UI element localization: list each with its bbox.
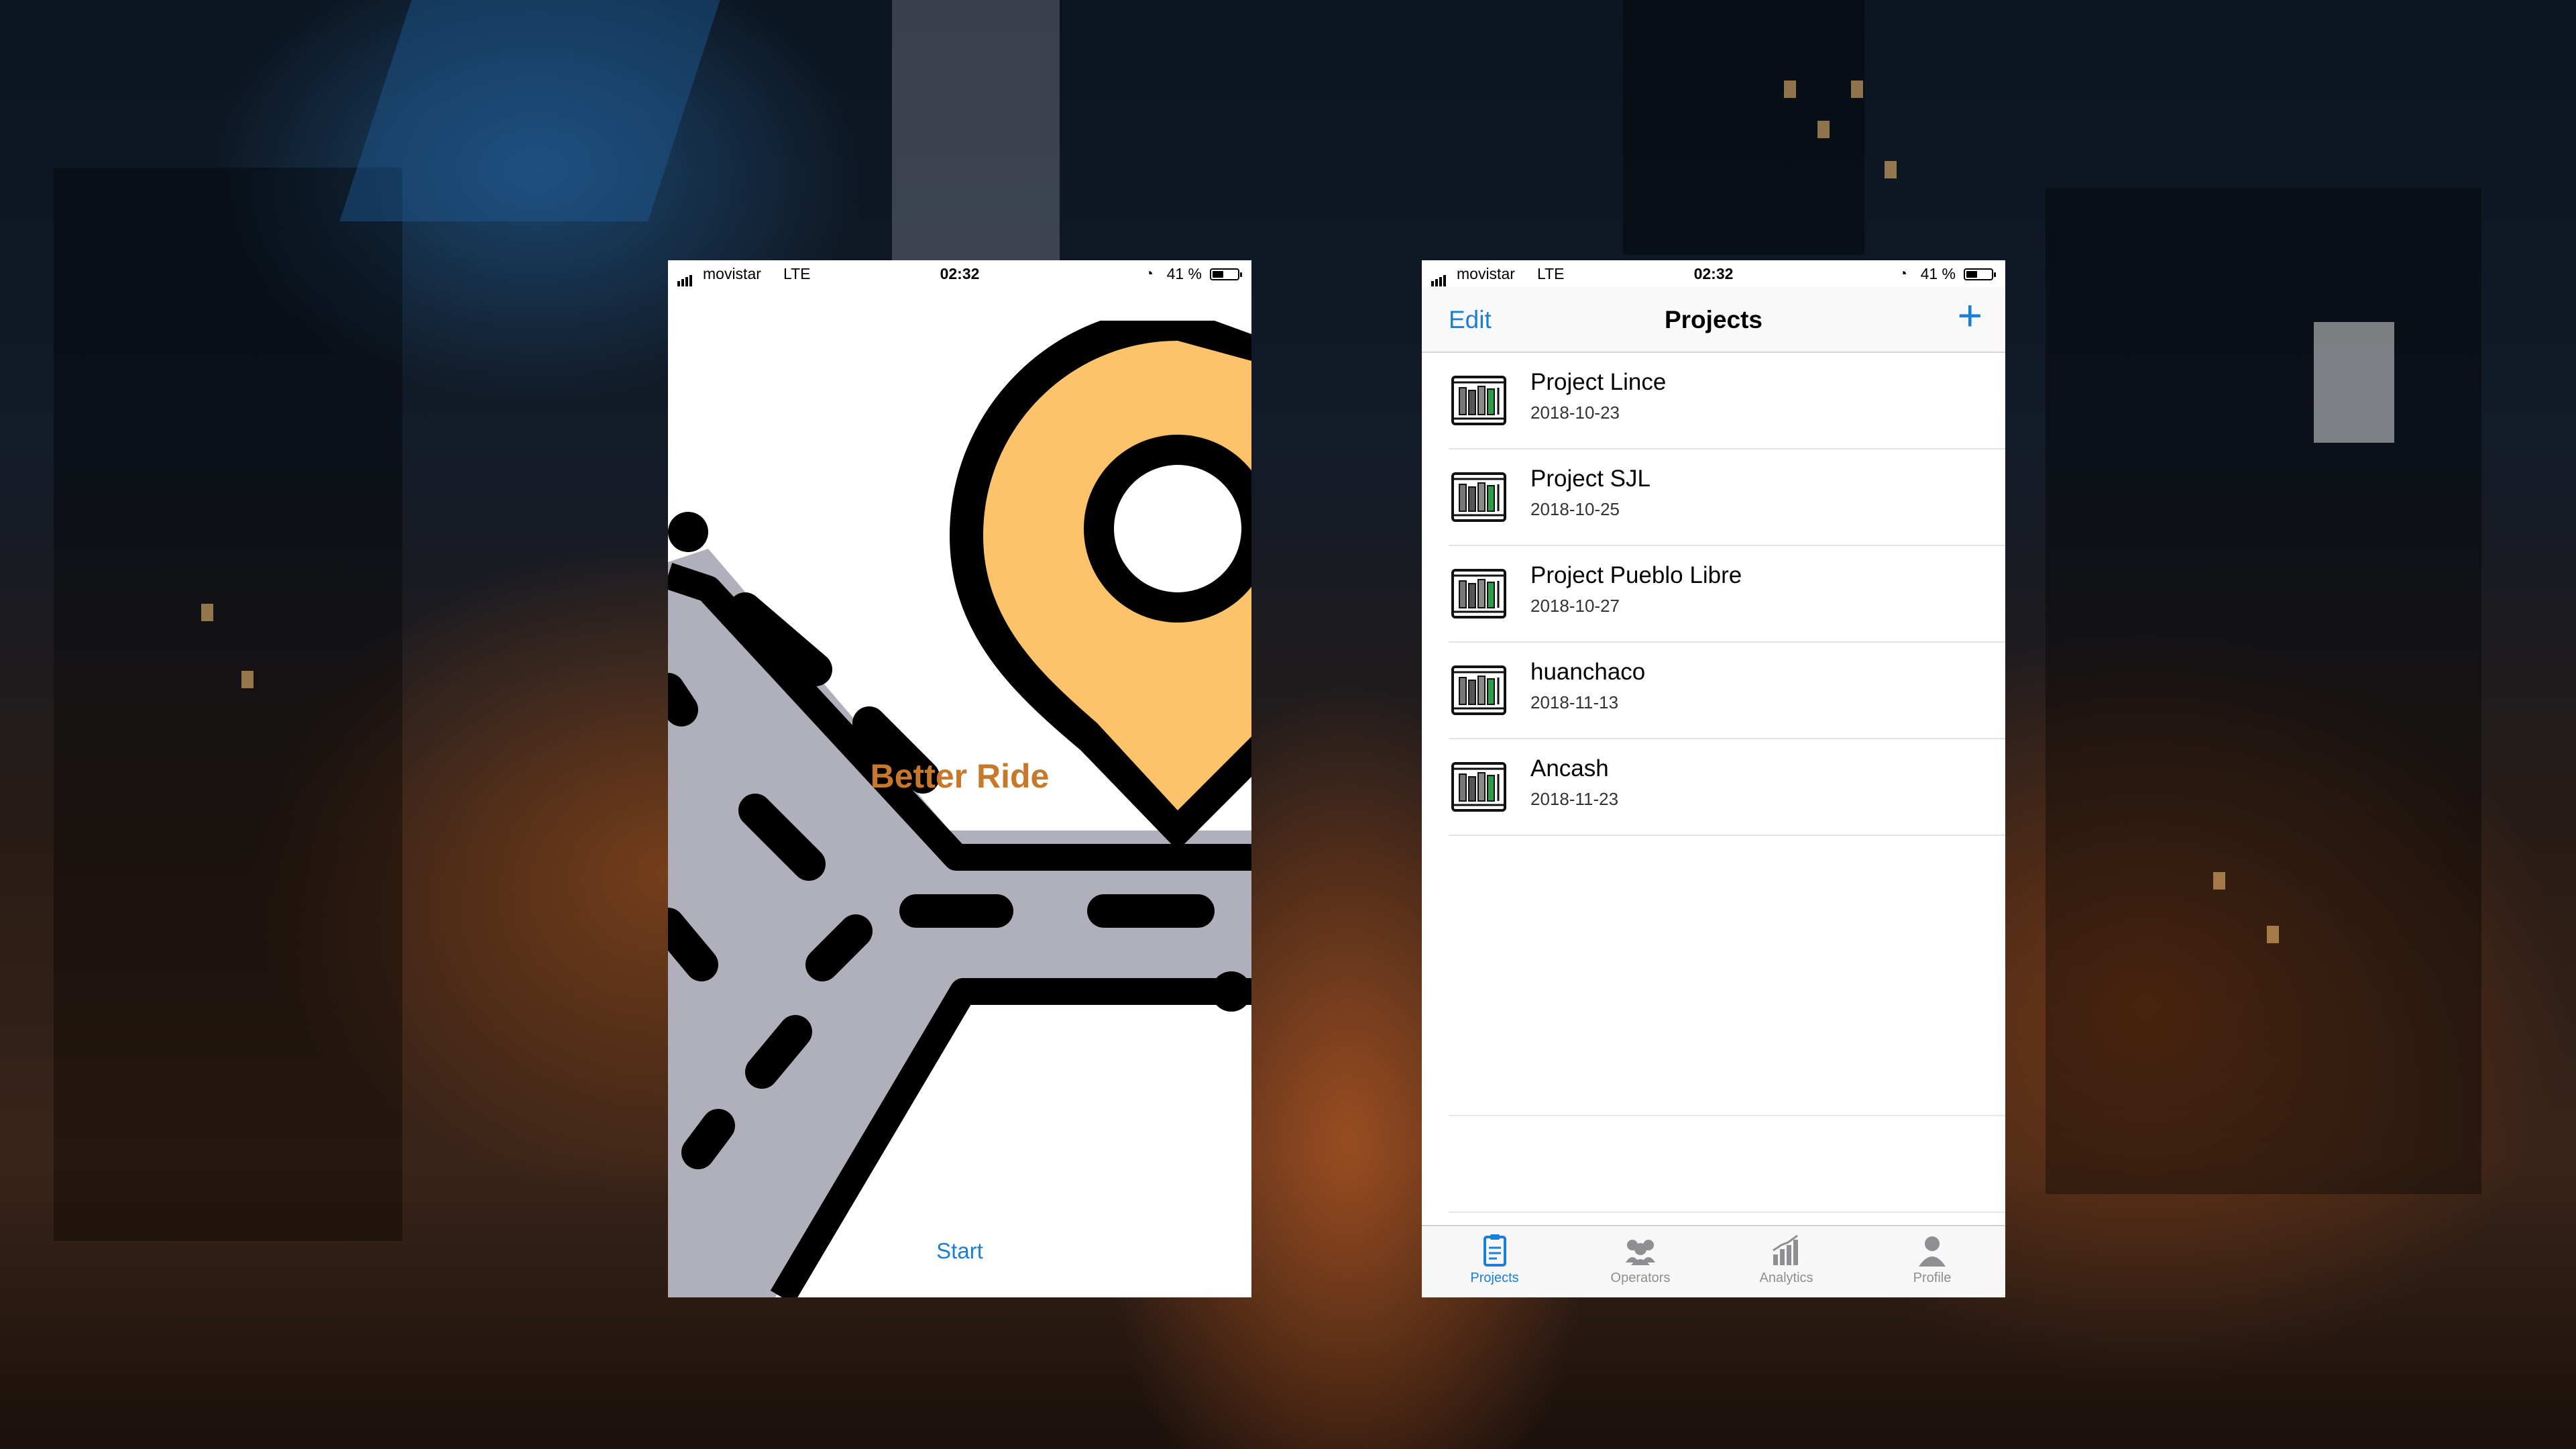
project-date: 2018-10-27 [1530,596,1620,616]
background-window [241,671,254,688]
status-time: 02:32 [1693,265,1734,282]
project-book-icon [1449,564,1509,624]
battery-icon [1210,268,1242,280]
project-book-icon [1449,757,1509,817]
tab-bar: Projects Operators Analytics Profile [1422,1225,2005,1297]
clipboard-icon [1475,1233,1515,1269]
background-window [1851,80,1863,98]
project-row[interactable]: Ancash 2018-11-23 [1449,739,2005,836]
tab-profile[interactable]: Profile [1860,1226,2005,1297]
project-date: 2018-11-13 [1530,692,1619,712]
background-tower [892,0,1060,268]
projects-screen: movistar LTE 02:32 ◔ 41 % Edit Projects … [1422,260,2005,1297]
project-date: 2018-11-23 [1530,789,1619,809]
project-date: 2018-10-23 [1530,402,1620,423]
rotation-lock-icon: ◔ [1898,265,1907,282]
project-name: huanchaco [1530,659,1646,685]
tab-projects[interactable]: Projects [1422,1226,1567,1297]
project-name: Project Lince [1530,369,1667,395]
page-title: Projects [1664,306,1762,333]
tab-label: Operators [1610,1271,1671,1285]
users-icon [1620,1233,1661,1269]
background-window [1817,121,1830,138]
battery-percent: 41 % [1920,265,1956,282]
background-window [1885,161,1897,178]
project-row[interactable]: Project Lince 2018-10-23 [1449,353,2005,449]
plus-icon[interactable]: + [1958,294,1982,337]
background-city-photo: movistar LTE 02:32 ◔ 41 % Better Ride St… [0,0,2576,1449]
project-book-icon [1449,467,1509,527]
tab-operators[interactable]: Operators [1568,1226,1714,1297]
background-window [2213,872,2225,890]
project-row[interactable]: Project SJL 2018-10-25 [1449,449,2005,546]
person-icon [1912,1233,1952,1269]
background-window [1784,80,1796,98]
tab-analytics[interactable]: Analytics [1714,1226,1859,1297]
splash-screen: movistar LTE 02:32 ◔ 41 % Better Ride St… [668,260,1251,1297]
project-list: Project Lince 2018-10-23 Project SJL 2018-1… [1422,353,2005,836]
project-name: Project Pueblo Libre [1530,562,1742,588]
background-window [2267,926,2279,943]
background-store-sign [2314,322,2394,443]
background-building [54,168,402,1241]
start-button[interactable]: Start [668,1238,1251,1264]
app-title: Better Ride [870,757,1050,795]
project-book-icon [1449,660,1509,720]
project-row[interactable]: Project Pueblo Libre 2018-10-27 [1449,546,2005,643]
project-name: Project SJL [1530,466,1650,492]
map-pin-road-illustration [668,321,1251,1297]
tab-label: Analytics [1759,1271,1813,1285]
battery-percent: 41 % [1166,265,1202,282]
status-bar: movistar LTE 02:32 ◔ 41 % [1422,260,2005,287]
project-name: Ancash [1530,755,1609,782]
status-bar: movistar LTE 02:32 ◔ 41 % [668,260,1251,287]
battery-icon [1964,268,1996,280]
background-building [2046,188,2481,1194]
tab-label: Projects [1470,1271,1519,1285]
divider [1449,1115,2005,1116]
project-date: 2018-10-25 [1530,499,1620,519]
bar-chart-icon [1767,1233,1807,1269]
rotation-lock-icon: ◔ [1144,265,1154,282]
status-time: 02:32 [940,265,980,282]
project-book-icon [1449,370,1509,431]
navigation-bar: Edit Projects + [1422,287,2005,353]
background-window [201,604,213,621]
tab-label: Profile [1913,1271,1952,1285]
background-billboard [339,0,720,221]
project-row[interactable]: huanchaco 2018-11-13 [1449,643,2005,739]
divider [1449,1212,2005,1213]
